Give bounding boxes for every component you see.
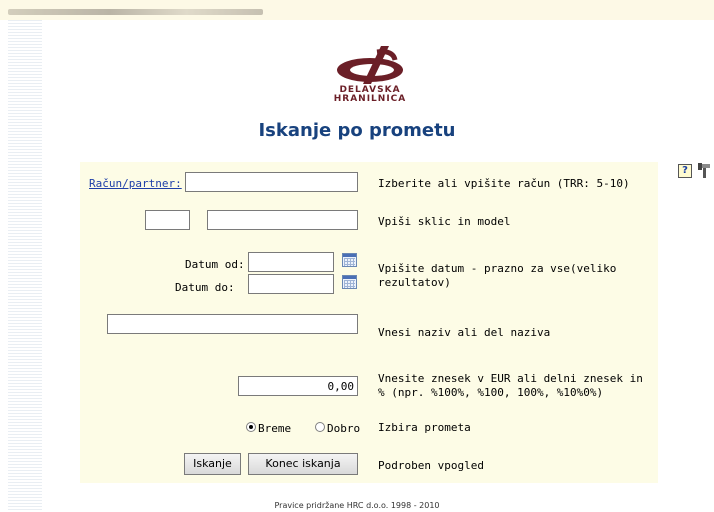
date-from-input[interactable]	[248, 252, 334, 272]
account-hint: Izberite ali vpišite račun (TRR: 5-10)	[378, 177, 630, 190]
search-button[interactable]: Iskanje	[184, 453, 241, 475]
amount-input[interactable]	[238, 376, 358, 396]
date-to-label: Datum do:	[175, 281, 235, 294]
radio-credit[interactable]	[315, 422, 325, 432]
calendar-icon[interactable]	[342, 253, 357, 267]
tools-icon[interactable]	[698, 163, 712, 179]
name-hint: Vnesi naziv ali del naziva	[378, 326, 551, 339]
bank-logo-emblem	[337, 46, 403, 84]
radio-debit-label[interactable]: Breme	[258, 422, 291, 435]
reference-model-input[interactable]	[145, 210, 190, 230]
reference-input[interactable]	[207, 210, 358, 230]
account-partner-link[interactable]: Račun/partner:	[89, 177, 182, 190]
top-bar	[0, 0, 714, 20]
reference-hint: Vpiši sklic in model	[378, 215, 511, 228]
date-to-input[interactable]	[248, 274, 334, 294]
help-icon[interactable]: ?	[678, 164, 692, 178]
calendar-icon[interactable]	[342, 275, 357, 289]
copyright-footer: Pravice pridržane HRC d.o.o. 1998 - 2010	[274, 501, 440, 510]
logo-text-line2: HRANILNICA	[333, 94, 407, 104]
bank-logo: DELAVSKA HRANILNICA	[318, 44, 422, 116]
radio-credit-label[interactable]: Dobro	[327, 422, 360, 435]
account-input[interactable]	[185, 172, 358, 192]
name-input[interactable]	[107, 314, 358, 334]
date-hint: Vpišite datum - prazno za vse(veliko rez…	[378, 262, 617, 289]
amount-hint: Vnesite znesek v EUR ali delni znesek in…	[378, 372, 643, 399]
date-from-label: Datum od:	[185, 258, 245, 271]
search-form-panel: Račun/partner: Izberite ali vpišite raču…	[80, 162, 658, 483]
top-bar-blurred-title	[8, 9, 263, 15]
end-search-button[interactable]: Konec iskanja	[248, 453, 358, 475]
radio-debit[interactable]	[246, 422, 256, 432]
left-decorative-stripe	[8, 20, 42, 512]
turnover-hint: Izbira prometa	[378, 421, 471, 434]
detail-hint: Podroben vpogled	[378, 459, 484, 472]
page-title: Iskanje po prometu	[258, 120, 456, 141]
